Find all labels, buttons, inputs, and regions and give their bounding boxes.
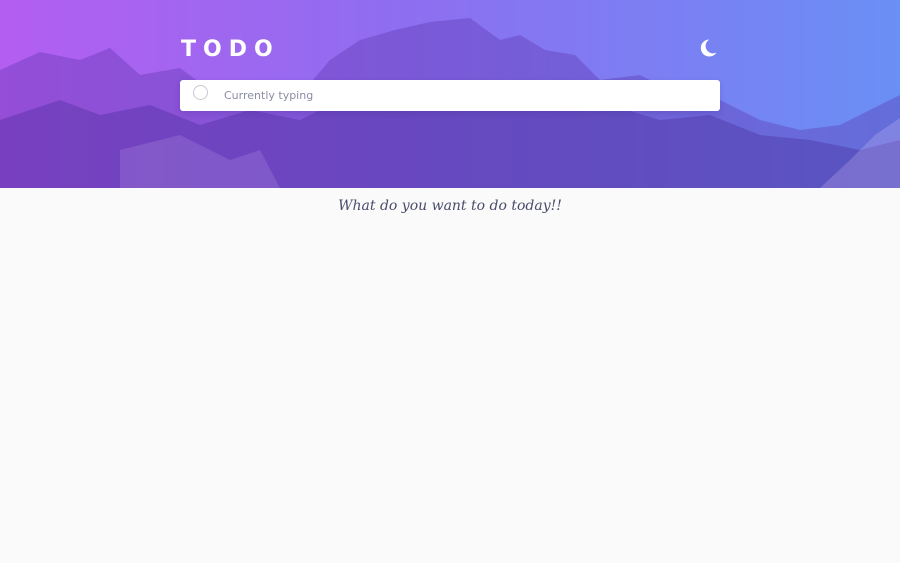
new-todo-input[interactable]	[224, 84, 704, 106]
moon-icon	[700, 39, 717, 57]
new-todo-bar	[180, 80, 720, 111]
theme-toggle-button[interactable]	[697, 37, 719, 59]
empty-list-message: What do you want to do today!!	[338, 198, 562, 214]
check-circle-icon[interactable]	[193, 85, 208, 100]
app-title: TODO	[181, 37, 280, 62]
